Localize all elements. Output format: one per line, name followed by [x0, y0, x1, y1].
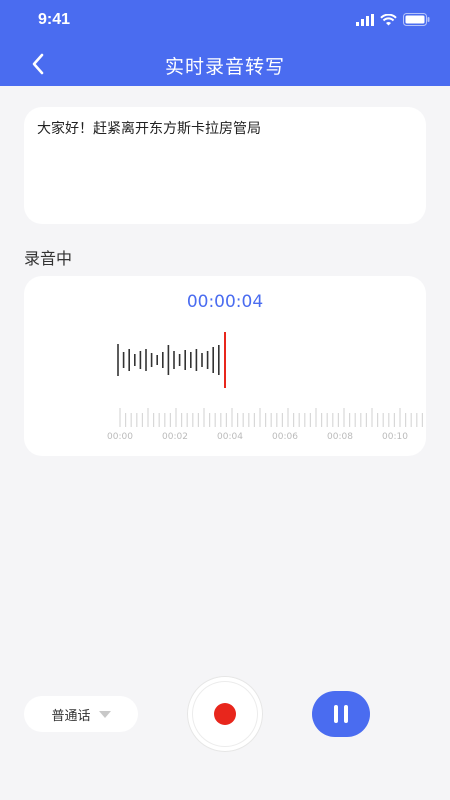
triangle-down-icon [98, 710, 111, 718]
waveform-display: 00:00 00:02 00:04 00:06 00:08 00:10 [107, 332, 423, 442]
bottom-controls: 普通话 [0, 676, 450, 752]
language-label: 普通话 [51, 708, 91, 724]
waveform-bars [117, 344, 220, 376]
pause-button[interactable] [312, 691, 370, 737]
nav-bar: 实时录音转写 [0, 42, 450, 86]
status-icons [356, 13, 430, 26]
signal-icon [356, 13, 374, 26]
transcript-card: 大家好！赶紧离开东方斯卡拉房管局 [24, 107, 426, 224]
wifi-icon [380, 13, 397, 25]
app-header: 9:41 实时录音转写 [0, 0, 450, 86]
pause-icon [334, 705, 338, 723]
status-bar: 9:41 [0, 0, 450, 42]
status-time: 9:41 [38, 11, 71, 28]
page-title: 实时录音转写 [164, 56, 285, 78]
transcript-text: 大家好！赶紧离开东方斯卡拉房管局 [37, 121, 261, 137]
ruler-label: 00:08 [327, 432, 353, 442]
ruler-label: 00:06 [272, 432, 298, 442]
ruler-label: 00:00 [107, 432, 133, 442]
record-dot-icon [214, 703, 236, 725]
time-ruler-labels: 00:00 00:02 00:04 00:06 00:08 00:10 [107, 432, 408, 442]
time-ruler [119, 408, 423, 427]
ruler-label: 00:10 [382, 432, 408, 442]
record-button[interactable] [187, 676, 263, 752]
ruler-label: 00:04 [217, 432, 243, 442]
battery-icon [403, 13, 430, 26]
recording-status-label: 录音中 [24, 249, 73, 268]
ruler-label: 00:02 [162, 432, 188, 442]
recorder-card: 00:00:04 00:00 00:02 00:04 00:06 00:08 00:10 [24, 276, 426, 456]
language-select[interactable]: 普通话 [24, 696, 138, 732]
